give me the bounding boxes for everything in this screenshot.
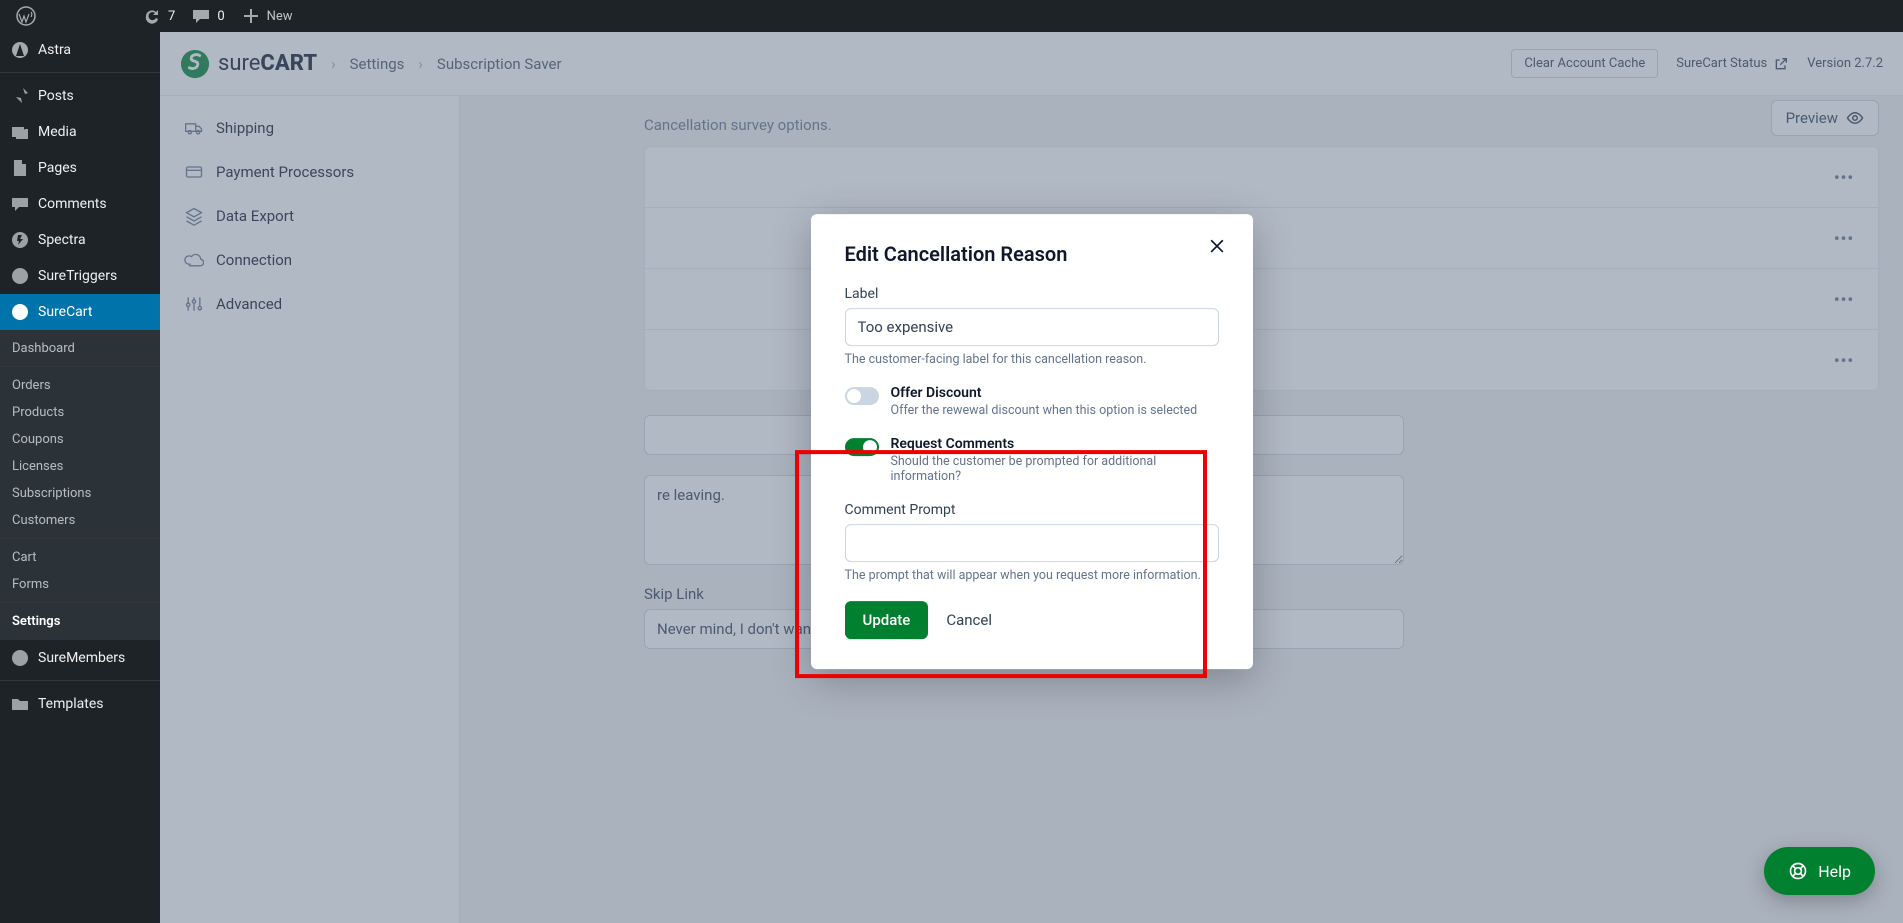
new-content[interactable]: New: [233, 6, 301, 26]
comment-prompt-help: The prompt that will appear when you req…: [845, 568, 1219, 583]
sub-subscriptions[interactable]: Subscriptions: [0, 480, 160, 507]
sub-dashboard[interactable]: Dashboard: [0, 335, 160, 362]
cancel-button[interactable]: Cancel: [946, 611, 992, 629]
spectra-icon: [10, 230, 30, 250]
edit-reason-modal: Edit Cancellation Reason Label The custo…: [811, 214, 1253, 669]
close-icon: [1207, 236, 1227, 256]
folder-icon: [10, 694, 30, 714]
offer-discount-desc: Offer the rewewal discount when this opt…: [891, 403, 1198, 418]
wp-logo[interactable]: [8, 6, 44, 26]
offer-discount-title: Offer Discount: [891, 385, 1198, 401]
wp-adminbar: 7 0 New: [0, 0, 1903, 32]
menu-suremembers[interactable]: SureMembers: [0, 640, 160, 676]
surecart-icon: [10, 302, 30, 322]
media-icon: [10, 122, 30, 142]
menu-surecart[interactable]: SureCart: [0, 294, 160, 330]
pin-icon: [10, 86, 30, 106]
comment-icon: [10, 194, 30, 214]
menu-posts[interactable]: Posts: [0, 78, 160, 114]
comments-count: 0: [217, 9, 224, 24]
request-comments-toggle[interactable]: [845, 438, 879, 456]
request-comments-title: Request Comments: [891, 436, 1219, 452]
sub-products[interactable]: Products: [0, 399, 160, 426]
menu-pages[interactable]: Pages: [0, 150, 160, 186]
main-area: sureCART › Settings › Subscription Saver…: [160, 32, 1903, 923]
sub-orders[interactable]: Orders: [0, 372, 160, 399]
sub-customers[interactable]: Customers: [0, 507, 160, 534]
comments-indicator[interactable]: 0: [183, 6, 232, 26]
suremembers-icon: [10, 648, 30, 668]
surecart-submenu: Dashboard Orders Products Coupons Licens…: [0, 330, 160, 640]
close-button[interactable]: [1207, 236, 1227, 260]
comment-icon: [191, 6, 211, 26]
updates-count: 7: [168, 9, 175, 24]
comment-prompt-label: Comment Prompt: [845, 502, 1219, 518]
sub-coupons[interactable]: Coupons: [0, 426, 160, 453]
menu-astra[interactable]: Astra: [0, 32, 160, 68]
astra-icon: [10, 40, 30, 60]
menu-media[interactable]: Media: [0, 114, 160, 150]
label-help: The customer-facing label for this cance…: [845, 352, 1219, 367]
sub-forms[interactable]: Forms: [0, 571, 160, 598]
updates-indicator[interactable]: 7: [134, 6, 183, 26]
page-icon: [10, 158, 30, 178]
request-comments-desc: Should the customer be prompted for addi…: [891, 454, 1219, 484]
comment-prompt-input[interactable]: [845, 524, 1219, 562]
wp-admin-sidebar: Astra Posts Media Pages Comments Spectra…: [0, 32, 160, 923]
menu-templates[interactable]: Templates: [0, 686, 160, 722]
menu-spectra[interactable]: Spectra: [0, 222, 160, 258]
suretriggers-icon: [10, 266, 30, 286]
annotation-highlight-box: [795, 450, 1207, 678]
sub-settings[interactable]: Settings: [0, 608, 160, 635]
label-field-label: Label: [845, 286, 1219, 302]
wordpress-icon: [16, 6, 36, 26]
menu-suretriggers[interactable]: SureTriggers: [0, 258, 160, 294]
modal-title: Edit Cancellation Reason: [845, 242, 1219, 266]
label-input[interactable]: [845, 308, 1219, 346]
sub-licenses[interactable]: Licenses: [0, 453, 160, 480]
lifebuoy-icon: [1788, 861, 1808, 881]
refresh-icon: [142, 6, 162, 26]
menu-comments[interactable]: Comments: [0, 186, 160, 222]
new-label: New: [267, 9, 293, 24]
plus-icon: [241, 6, 261, 26]
update-button[interactable]: Update: [845, 601, 929, 639]
help-bubble[interactable]: Help: [1764, 847, 1875, 895]
offer-discount-toggle[interactable]: [845, 387, 879, 405]
sub-cart[interactable]: Cart: [0, 544, 160, 571]
